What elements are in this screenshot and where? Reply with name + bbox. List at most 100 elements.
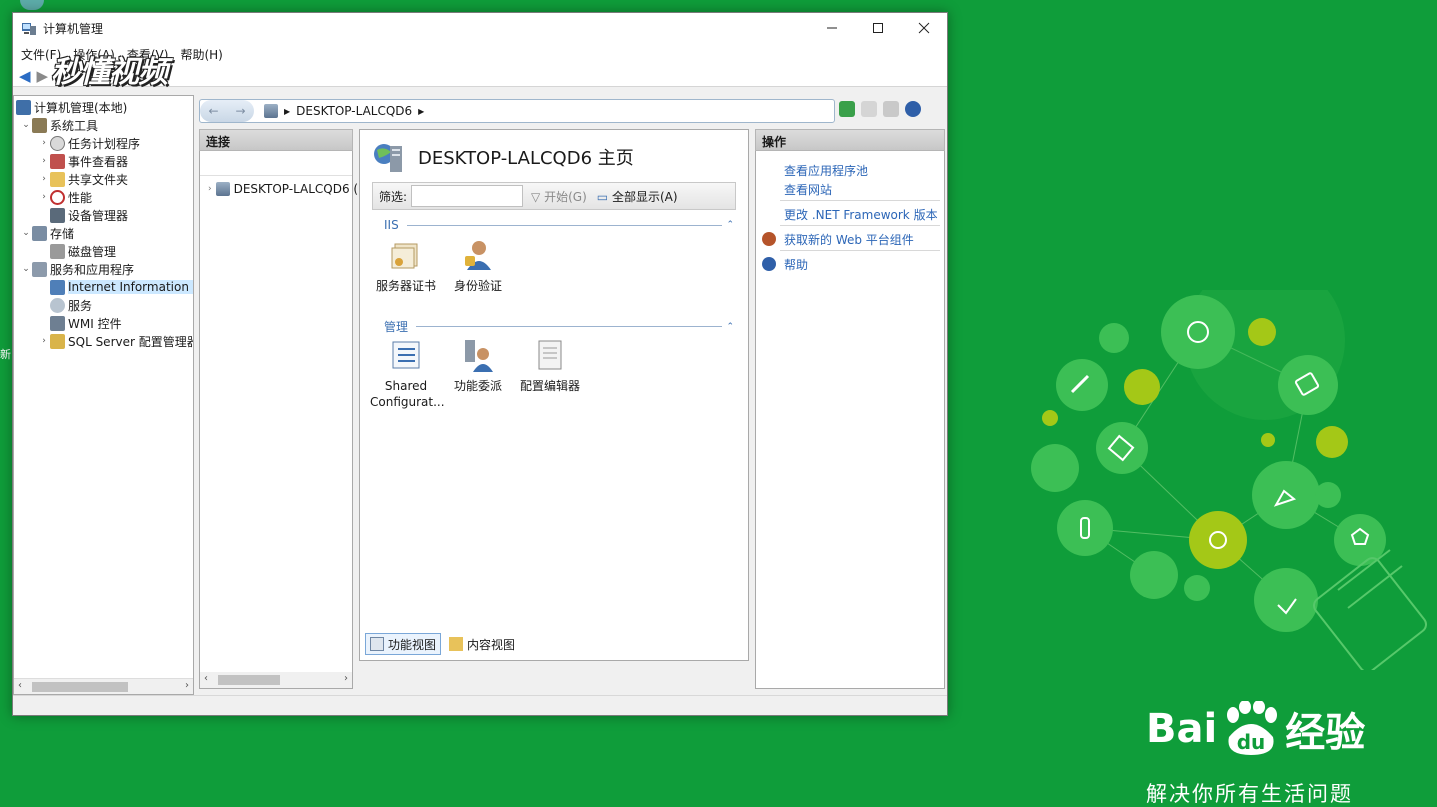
scrollbar-thumb[interactable] bbox=[218, 675, 280, 685]
feature-configuration-editor[interactable]: 配置编辑器 bbox=[514, 338, 586, 394]
tree-item-sql-server[interactable]: › SQL Server 配置管理器 bbox=[38, 332, 193, 350]
horizontal-scrollbar[interactable]: ‹ › bbox=[200, 672, 352, 688]
close-button[interactable] bbox=[901, 13, 947, 43]
feature-shared-configuration[interactable]: Shared Configurat... bbox=[370, 338, 445, 410]
watermark-logo: 秒懂视频 bbox=[51, 55, 168, 90]
breadcrumb-separator-icon: ▶ bbox=[284, 106, 291, 116]
tree-item-computer-management[interactable]: 计算机管理(本地) bbox=[16, 98, 127, 116]
help-icon bbox=[762, 257, 776, 271]
tree-item-storage[interactable]: ⌄ 存储 bbox=[20, 224, 74, 242]
filter-input[interactable] bbox=[411, 185, 524, 207]
tree-item-disk-management[interactable]: 磁盘管理 bbox=[50, 242, 116, 260]
tree-item-event-viewer[interactable]: › 事件查看器 bbox=[38, 152, 128, 170]
storage-icon bbox=[32, 225, 47, 241]
expander-icon[interactable]: ⌄ bbox=[20, 120, 32, 130]
refresh-icon[interactable] bbox=[839, 101, 855, 117]
expander-icon[interactable]: › bbox=[38, 336, 50, 346]
tools-icon bbox=[32, 117, 47, 133]
action-change-dotnet-version[interactable]: 更改 .NET Framework 版本 bbox=[784, 206, 938, 223]
help-icon[interactable] bbox=[905, 101, 921, 117]
connection-server-node[interactable]: › DESKTOP-LALCQD6 ( bbox=[208, 182, 358, 196]
scroll-left-icon[interactable]: ‹ bbox=[204, 673, 208, 684]
content-view-icon bbox=[449, 637, 464, 651]
feature-delegation[interactable]: 功能委派 bbox=[442, 338, 514, 394]
expander-icon[interactable]: › bbox=[38, 174, 50, 184]
filter-label: 筛选: bbox=[379, 189, 408, 204]
page-title: DESKTOP-LALCQD6 主页 bbox=[418, 148, 634, 169]
forward-icon[interactable]: → bbox=[235, 104, 245, 118]
actions-header: 操作 bbox=[755, 129, 945, 151]
lightbulb-illustration bbox=[1031, 290, 1427, 670]
web-platform-icon bbox=[762, 232, 776, 246]
performance-icon bbox=[50, 189, 65, 205]
collapse-icon[interactable]: ⌃ bbox=[726, 322, 734, 332]
actions-pane: 操作 查看应用程序池 查看网站 更改 .NET Framework 版本 获取新… bbox=[755, 129, 945, 689]
collapse-icon[interactable]: ⌃ bbox=[726, 220, 734, 230]
breadcrumb-server[interactable]: DESKTOP-LALCQD6 bbox=[296, 104, 412, 118]
tree-item-device-manager[interactable]: 设备管理器 bbox=[50, 206, 128, 224]
feature-authentication[interactable]: 身份验证 bbox=[442, 238, 514, 294]
breadcrumb-separator-icon: ▶ bbox=[418, 106, 425, 116]
group-header-management[interactable]: 管理 ⌃ bbox=[384, 318, 734, 335]
expander-icon[interactable]: ⌄ bbox=[20, 264, 32, 274]
menu-help[interactable]: 帮助(H) bbox=[180, 46, 222, 63]
server-certificate-icon bbox=[389, 238, 423, 272]
wmi-icon bbox=[50, 315, 65, 331]
start-filter-button[interactable]: ▽ 开始(G) bbox=[531, 188, 587, 205]
tree-item-system-tools[interactable]: ⌄ 系统工具 bbox=[20, 116, 98, 134]
clock-icon bbox=[50, 135, 65, 151]
tree-item-shared-folders[interactable]: › 共享文件夹 bbox=[38, 170, 128, 188]
computer-management-window: 计算机管理 文件(F) 操作(A) 查看(V) 帮助(H) ◀ ▶ 秒懂视频 计… bbox=[12, 12, 948, 716]
maximize-button[interactable] bbox=[855, 13, 901, 43]
view-tabs: 功能视图 内容视图 bbox=[365, 633, 519, 655]
action-get-web-platform-components[interactable]: 获取新的 Web 平台组件 bbox=[784, 231, 914, 248]
back-arrow-icon[interactable]: ◀ bbox=[19, 67, 31, 85]
services-apps-icon bbox=[32, 261, 47, 277]
tab-content-view[interactable]: 内容视图 bbox=[445, 633, 519, 655]
expander-icon[interactable]: ⌄ bbox=[20, 228, 32, 238]
scrollbar-thumb[interactable] bbox=[32, 682, 128, 692]
forward-arrow-icon[interactable]: ▶ bbox=[37, 67, 49, 85]
action-view-app-pools[interactable]: 查看应用程序池 bbox=[784, 162, 868, 179]
tree-item-services[interactable]: 服务 bbox=[50, 296, 92, 314]
tree-item-task-scheduler[interactable]: › 任务计划程序 bbox=[38, 134, 140, 152]
configuration-editor-icon bbox=[533, 338, 567, 372]
status-bar bbox=[13, 695, 947, 715]
home-icon[interactable] bbox=[883, 101, 899, 117]
divider bbox=[780, 225, 940, 226]
scroll-left-icon[interactable]: ‹ bbox=[18, 680, 22, 691]
expander-icon[interactable]: › bbox=[38, 156, 50, 166]
logo-du-text: du bbox=[1237, 730, 1266, 754]
nav-back-forward[interactable]: ← → bbox=[200, 100, 254, 122]
show-all-icon: ▭ bbox=[596, 189, 609, 204]
horizontal-scrollbar[interactable]: ‹ › bbox=[14, 678, 193, 694]
computer-management-icon bbox=[16, 99, 31, 115]
sql-server-icon bbox=[50, 333, 65, 349]
stop-icon[interactable] bbox=[861, 101, 877, 117]
tab-features-view[interactable]: 功能视图 bbox=[365, 633, 442, 655]
action-view-sites[interactable]: 查看网站 bbox=[784, 181, 832, 198]
expander-icon[interactable]: › bbox=[38, 138, 50, 148]
tree-item-iis[interactable]: Internet Information Se bbox=[50, 278, 193, 296]
baidu-paw-icon: du bbox=[1221, 700, 1281, 757]
authentication-icon bbox=[461, 238, 495, 272]
back-icon[interactable]: ← bbox=[208, 104, 218, 118]
address-bar[interactable]: ← → ▶ DESKTOP-LALCQD6 ▶ bbox=[199, 99, 835, 123]
expander-icon[interactable]: › bbox=[208, 184, 212, 194]
tree-item-wmi[interactable]: WMI 控件 bbox=[50, 314, 122, 332]
feature-server-certificates[interactable]: 服务器证书 bbox=[370, 238, 442, 294]
server-node-icon bbox=[215, 182, 230, 196]
feature-delegation-icon bbox=[461, 338, 495, 372]
title-bar: 计算机管理 bbox=[13, 13, 947, 43]
show-all-button[interactable]: ▭ 全部显示(A) bbox=[597, 188, 678, 205]
tree-item-performance[interactable]: › 性能 bbox=[38, 188, 92, 206]
tree-item-services-and-applications[interactable]: ⌄ 服务和应用程序 bbox=[20, 260, 134, 278]
action-help[interactable]: 帮助 bbox=[784, 256, 808, 273]
expander-icon[interactable]: › bbox=[38, 192, 50, 202]
device-manager-icon bbox=[50, 207, 65, 223]
scroll-right-icon[interactable]: › bbox=[344, 673, 348, 684]
server-node-icon bbox=[264, 104, 278, 118]
group-header-iis[interactable]: IIS ⌃ bbox=[384, 218, 734, 232]
scroll-right-icon[interactable]: › bbox=[185, 680, 189, 691]
minimize-button[interactable] bbox=[809, 13, 855, 43]
